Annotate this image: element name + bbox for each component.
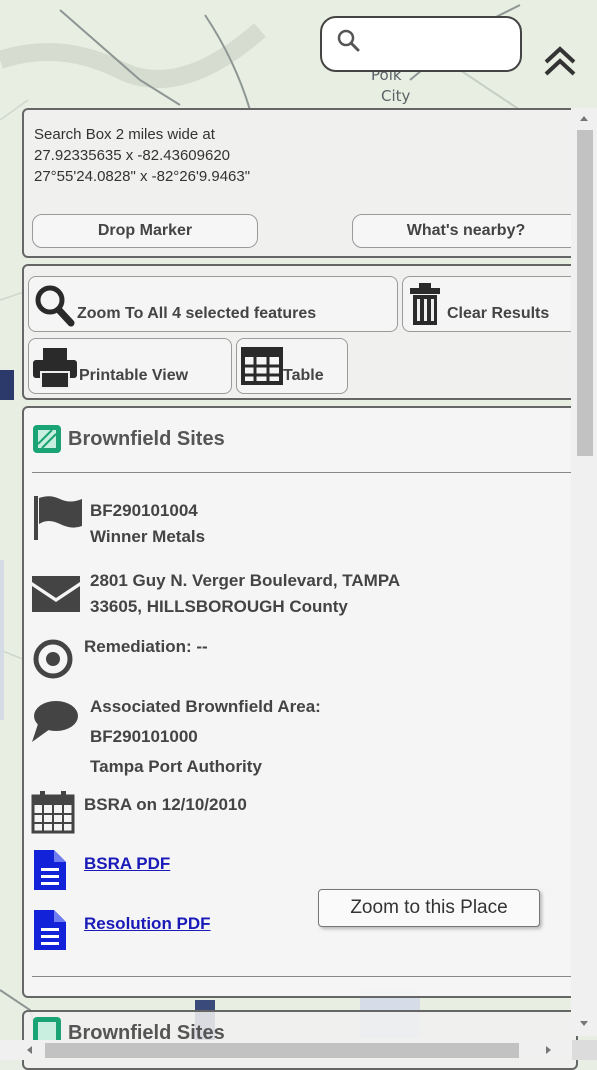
printer-icon <box>33 348 77 389</box>
clear-results-button[interactable]: Clear Results <box>402 276 578 332</box>
bsra-pdf-link[interactable]: BSRA PDF <box>84 854 170 874</box>
dms-coordinates: 27°55'24.0828" x -82°26'9.9463" <box>34 168 251 185</box>
search-icon <box>337 29 360 52</box>
clear-results-label: Clear Results <box>447 305 550 322</box>
target-icon <box>33 639 73 679</box>
card-divider <box>32 976 572 977</box>
pdf-document-icon <box>34 850 66 890</box>
scrollbar-corner <box>572 1040 597 1060</box>
double-chevron-up-icon <box>544 46 576 76</box>
decimal-coordinates: 27.92335635 x -82.43609620 <box>34 147 231 164</box>
feature-name: Winner Metals <box>90 527 206 546</box>
zoom-to-all-label: Zoom To All 4 selected features <box>77 305 317 322</box>
title-divider <box>32 472 572 473</box>
printable-view-button[interactable]: Printable View <box>28 338 232 394</box>
location-panel: Search Box 2 miles wide at 27.92335635 x… <box>22 108 580 258</box>
address-line-1: 2801 Guy N. Verger Boulevard, TAMPA <box>90 571 401 590</box>
scroll-left-arrow-icon[interactable] <box>20 1040 40 1060</box>
associated-area-id: BF290101000 <box>90 727 198 746</box>
envelope-icon <box>32 576 80 612</box>
table-button[interactable]: Table <box>236 338 348 394</box>
address-line-2: 33605, HILLSBOROUGH County <box>90 597 348 616</box>
remediation-status: Remediation: -- <box>84 637 208 656</box>
feature-layer-title: Brownfield Sites <box>68 428 225 450</box>
scroll-down-arrow-icon[interactable] <box>571 1016 597 1032</box>
collapse-panel-button[interactable] <box>538 40 582 80</box>
speech-bubble-icon <box>32 701 78 742</box>
associated-area-name: Tampa Port Authority <box>90 757 262 776</box>
brownfield-layer-icon <box>33 425 61 453</box>
scroll-right-arrow-icon[interactable] <box>538 1040 558 1060</box>
associated-area-label: Associated Brownfield Area: <box>90 697 321 716</box>
table-icon <box>241 347 283 385</box>
vertical-scroll-thumb[interactable] <box>577 130 593 456</box>
pdf-document-icon <box>34 910 66 950</box>
whats-nearby-button[interactable]: What's nearby? <box>352 214 580 248</box>
flag-icon <box>34 496 82 540</box>
feature-id: BF290101004 <box>90 501 198 520</box>
search-box-text: Search Box 2 miles wide at <box>34 126 215 143</box>
bsra-date: BSRA on 12/10/2010 <box>84 795 247 814</box>
table-label: Table <box>283 367 324 384</box>
search-input[interactable] <box>320 16 522 72</box>
tools-panel: Zoom To All 4 selected features Clear Re… <box>22 264 578 400</box>
zoom-to-all-button[interactable]: Zoom To All 4 selected features <box>28 276 398 332</box>
resolution-pdf-link[interactable]: Resolution PDF <box>84 914 211 934</box>
zoom-to-place-tooltip[interactable]: Zoom to this Place <box>318 889 540 927</box>
drop-marker-button[interactable]: Drop Marker <box>32 214 258 248</box>
trash-icon <box>410 283 440 325</box>
horizontal-scroll-thumb[interactable] <box>45 1043 519 1058</box>
calendar-icon <box>31 791 75 834</box>
map-label-city: City <box>381 87 411 105</box>
magnifier-icon <box>35 285 75 327</box>
printable-view-label: Printable View <box>79 367 189 384</box>
scroll-up-arrow-icon[interactable] <box>571 110 597 126</box>
